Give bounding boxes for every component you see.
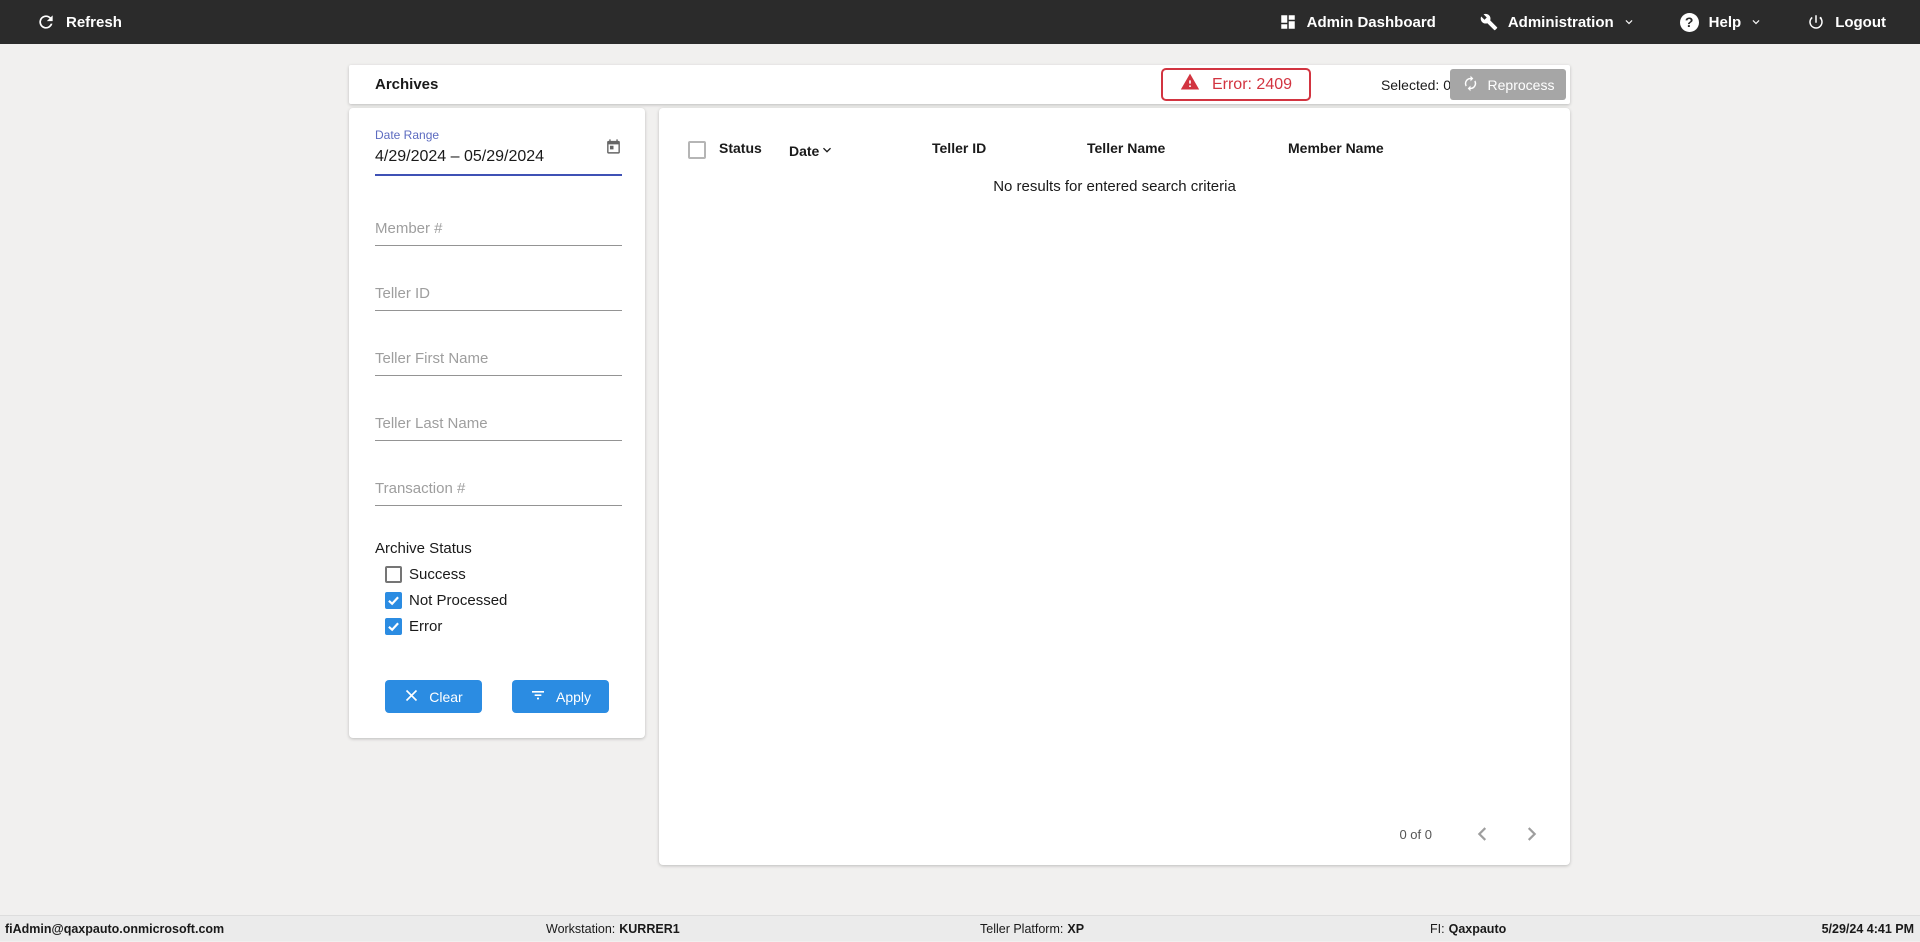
administration-label: Administration — [1508, 14, 1614, 31]
checkbox-success[interactable]: Success — [385, 566, 466, 583]
column-header-date-label: Date — [789, 143, 819, 159]
sort-chevron-down-icon — [819, 142, 835, 161]
refresh-button[interactable]: Refresh — [36, 12, 122, 32]
checkbox-not-processed[interactable]: Not Processed — [385, 592, 507, 609]
checkbox-label: Success — [409, 566, 466, 583]
fi-value: Qaxpauto — [1449, 922, 1507, 936]
date-range-field: Date Range — [375, 128, 622, 176]
date-range-input[interactable] — [375, 142, 622, 176]
warning-triangle-icon — [1180, 72, 1200, 97]
apply-label: Apply — [556, 689, 591, 705]
sync-icon — [1462, 75, 1479, 95]
archive-status-label: Archive Status — [375, 540, 472, 557]
checkbox-label: Not Processed — [409, 592, 507, 609]
chevron-right-icon[interactable] — [1520, 823, 1542, 845]
close-icon — [404, 688, 419, 706]
column-header-teller-id[interactable]: Teller ID — [932, 140, 986, 156]
power-icon — [1807, 13, 1825, 31]
column-header-status[interactable]: Status — [719, 140, 762, 156]
table-header-row: Status Date Teller ID Teller Name Member… — [659, 108, 1570, 164]
logged-in-user: fiAdmin@qaxpauto.onmicrosoft.com — [5, 916, 224, 942]
checkbox-error[interactable]: Error — [385, 618, 442, 635]
member-number-input[interactable] — [375, 216, 622, 246]
column-header-member-name[interactable]: Member Name — [1288, 140, 1384, 156]
teller-first-name-field — [375, 346, 622, 376]
help-menu[interactable]: ? Help — [1680, 13, 1764, 32]
column-header-teller-name[interactable]: Teller Name — [1087, 140, 1165, 156]
select-all-checkbox[interactable] — [688, 141, 706, 159]
admin-dashboard-button[interactable]: Admin Dashboard — [1279, 13, 1436, 31]
fi-label: FI: — [1430, 922, 1445, 936]
error-badge-label: Error: 2409 — [1212, 76, 1292, 94]
filter-panel: Date Range Archive Status Success Not Pr… — [349, 108, 645, 738]
reprocess-label: Reprocess — [1488, 77, 1555, 93]
apply-button[interactable]: Apply — [512, 680, 609, 713]
checkbox-box[interactable] — [385, 618, 402, 635]
help-icon: ? — [1680, 13, 1699, 32]
transaction-number-input[interactable] — [375, 476, 622, 506]
workstation-label: Workstation: — [546, 922, 615, 936]
reprocess-button[interactable]: Reprocess — [1450, 69, 1566, 100]
workstation-value: KURRER1 — [619, 922, 679, 936]
teller-platform-label: Teller Platform: — [980, 922, 1063, 936]
help-label: Help — [1709, 14, 1742, 31]
teller-platform-info: Teller Platform: XP — [980, 916, 1084, 942]
top-navigation-bar: Refresh Admin Dashboard Administration ?… — [0, 0, 1920, 44]
calendar-icon[interactable] — [605, 138, 622, 160]
fi-info: FI: Qaxpauto — [1430, 916, 1506, 942]
transaction-number-field — [375, 476, 622, 506]
chevron-down-icon — [1749, 15, 1763, 29]
pagination-count: 0 of 0 — [1399, 827, 1432, 842]
checkbox-label: Error — [409, 618, 442, 635]
wrench-icon — [1480, 13, 1498, 31]
teller-platform-value: XP — [1067, 922, 1084, 936]
page-title: Archives — [375, 65, 438, 104]
date-range-label: Date Range — [375, 128, 622, 142]
chevron-left-icon[interactable] — [1472, 823, 1494, 845]
archives-header-bar: Archives Error: 2409 Selected: 0 Reproce… — [349, 65, 1570, 104]
column-header-date[interactable]: Date — [789, 140, 835, 161]
results-table-card: Status Date Teller ID Teller Name Member… — [659, 108, 1570, 865]
logout-button[interactable]: Logout — [1807, 13, 1886, 31]
workstation-info: Workstation: KURRER1 — [546, 916, 680, 942]
teller-id-input[interactable] — [375, 281, 622, 311]
error-count-badge[interactable]: Error: 2409 — [1161, 68, 1311, 101]
empty-results-message: No results for entered search criteria — [659, 178, 1570, 195]
filter-icon — [530, 687, 546, 706]
teller-last-name-input[interactable] — [375, 411, 622, 441]
member-number-field — [375, 216, 622, 246]
clear-label: Clear — [429, 689, 462, 705]
logout-label: Logout — [1835, 14, 1886, 31]
dashboard-icon — [1279, 13, 1297, 31]
current-datetime: 5/29/24 4:41 PM — [1822, 916, 1914, 942]
chevron-down-icon — [1622, 15, 1636, 29]
refresh-icon — [36, 12, 56, 32]
pagination: 0 of 0 — [1399, 823, 1542, 845]
checkbox-box[interactable] — [385, 566, 402, 583]
checkbox-box[interactable] — [385, 592, 402, 609]
admin-dashboard-label: Admin Dashboard — [1307, 14, 1436, 31]
administration-menu[interactable]: Administration — [1480, 13, 1636, 31]
teller-id-field — [375, 281, 622, 311]
selected-count: Selected: 0 — [1361, 65, 1451, 104]
teller-first-name-input[interactable] — [375, 346, 622, 376]
refresh-label: Refresh — [66, 14, 122, 31]
teller-last-name-field — [375, 411, 622, 441]
status-bar: fiAdmin@qaxpauto.onmicrosoft.com Worksta… — [0, 915, 1920, 941]
clear-button[interactable]: Clear — [385, 680, 482, 713]
